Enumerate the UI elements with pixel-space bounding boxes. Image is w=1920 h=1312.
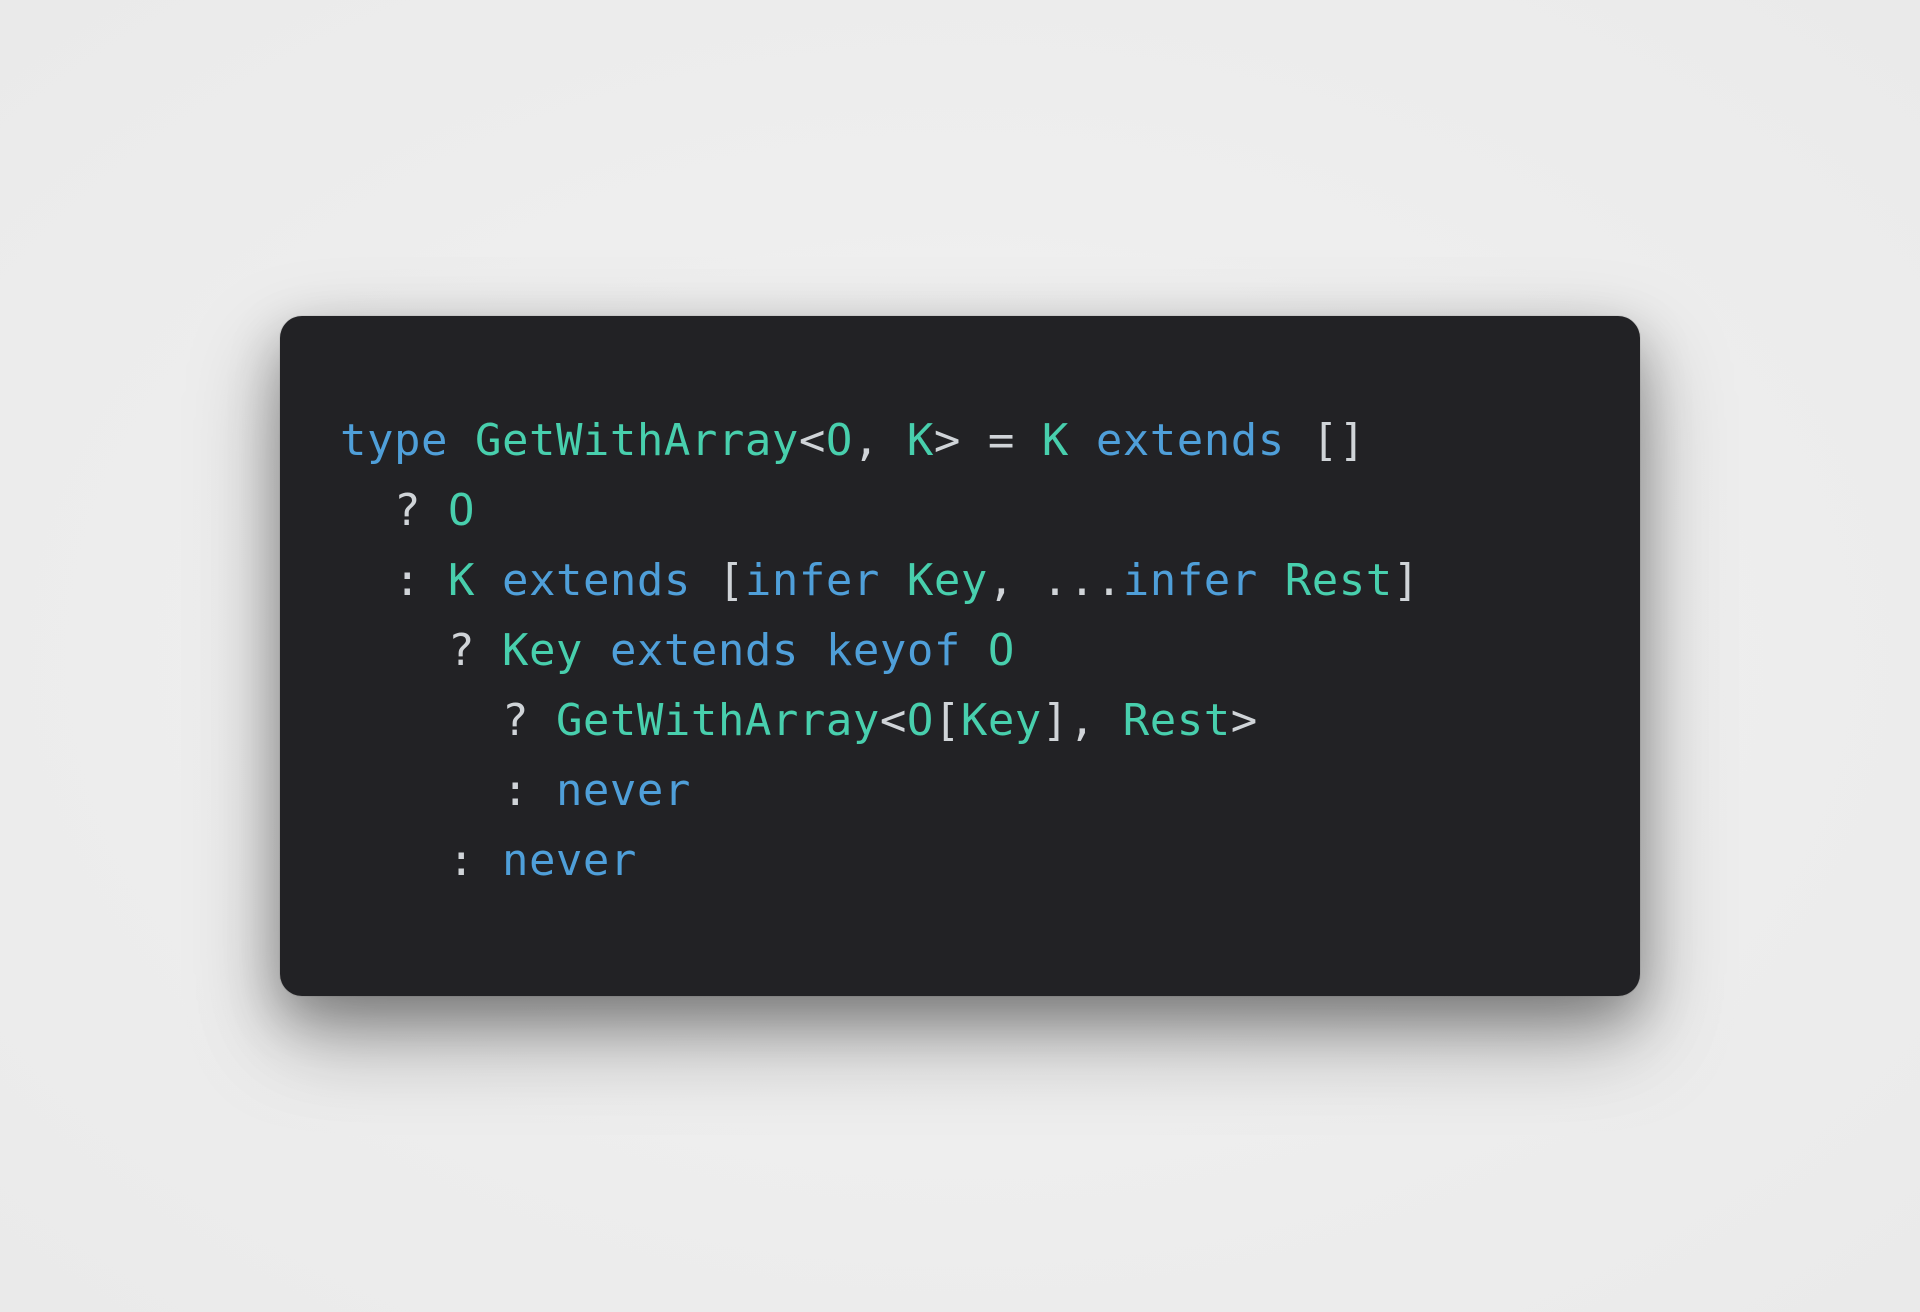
- code-token: K: [907, 415, 934, 466]
- code-line: ? GetWithArray<O[Key], Rest>: [340, 695, 1258, 746]
- code-token: extends: [610, 625, 799, 676]
- code-token: [: [934, 695, 961, 746]
- code-token: Rest: [1123, 695, 1231, 746]
- code-token: type: [340, 415, 448, 466]
- code-token: GetWithArray: [556, 695, 880, 746]
- code-token: extends: [1096, 415, 1285, 466]
- code-line: : K extends [infer Key, ...infer Rest]: [340, 555, 1420, 606]
- code-token: Rest: [1285, 555, 1393, 606]
- code-line: ? O: [340, 485, 475, 536]
- stage: type GetWithArray<O, K> = K extends [] ?…: [0, 0, 1920, 1312]
- code-token: O: [448, 485, 475, 536]
- code-token: ?: [502, 695, 556, 746]
- code-token: [1069, 415, 1096, 466]
- code-token: keyof: [826, 625, 961, 676]
- code-token: [961, 625, 988, 676]
- code-token: [880, 555, 907, 606]
- code-token: Key: [907, 555, 988, 606]
- code-token: Key: [961, 695, 1042, 746]
- code-token: K: [1042, 415, 1069, 466]
- code-token: [1258, 555, 1285, 606]
- code-token: :: [448, 835, 502, 886]
- code-token: [448, 415, 475, 466]
- code-line: : never: [340, 835, 637, 886]
- code-token: ],: [1042, 695, 1123, 746]
- code-token: [583, 625, 610, 676]
- code-line: type GetWithArray<O, K> = K extends []: [340, 415, 1366, 466]
- code-token: O: [826, 415, 853, 466]
- code-token: :: [394, 555, 448, 606]
- code-token: [475, 555, 502, 606]
- code-token: O: [988, 625, 1015, 676]
- code-line: : never: [340, 765, 691, 816]
- code-block: type GetWithArray<O, K> = K extends [] ?…: [340, 406, 1580, 896]
- code-token: []: [1285, 415, 1366, 466]
- code-token: [: [691, 555, 745, 606]
- code-token: GetWithArray: [475, 415, 799, 466]
- code-token: infer: [745, 555, 880, 606]
- code-token: never: [502, 835, 637, 886]
- code-line: ? Key extends keyof O: [340, 625, 1015, 676]
- code-token: never: [556, 765, 691, 816]
- code-token: ]: [1393, 555, 1420, 606]
- code-token: [799, 625, 826, 676]
- code-token: K: [448, 555, 475, 606]
- code-token: <: [799, 415, 826, 466]
- code-token: <: [880, 695, 907, 746]
- code-token: :: [502, 765, 556, 816]
- code-token: ?: [448, 625, 502, 676]
- code-token: extends: [502, 555, 691, 606]
- code-token: O: [907, 695, 934, 746]
- code-token: ,: [853, 415, 907, 466]
- code-token: ?: [394, 485, 448, 536]
- code-token: >: [1231, 695, 1258, 746]
- code-token: , ...: [988, 555, 1123, 606]
- code-card: type GetWithArray<O, K> = K extends [] ?…: [280, 316, 1640, 996]
- code-token: > =: [934, 415, 1042, 466]
- code-token: infer: [1123, 555, 1258, 606]
- code-token: Key: [502, 625, 583, 676]
